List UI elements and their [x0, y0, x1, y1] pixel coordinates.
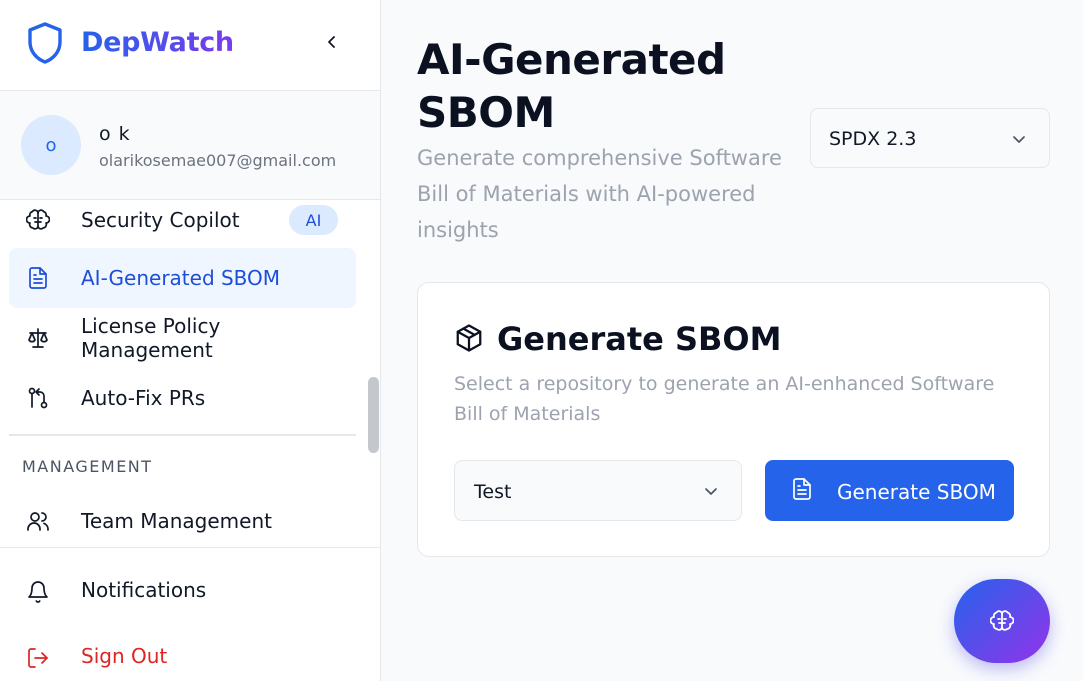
- section-label-management: MANAGEMENT: [22, 457, 153, 476]
- avatar: o: [21, 115, 81, 175]
- repository-select-value: Test: [474, 481, 512, 503]
- file-text-icon: [29, 267, 47, 289]
- sidebar-item-label: Security Copilot: [81, 208, 240, 232]
- brand-header: DepWatch: [0, 0, 380, 91]
- sidebar-item-team-management[interactable]: Team Management: [9, 491, 356, 547]
- page-title-line2: SBOM: [417, 88, 555, 137]
- ai-assistant-fab[interactable]: [954, 579, 1050, 663]
- user-name: o k: [99, 123, 131, 145]
- collapse-sidebar-button[interactable]: [318, 28, 346, 56]
- bell-icon: [28, 581, 48, 603]
- sidebar-item-label: Notifications: [81, 578, 207, 602]
- sign-out-button[interactable]: Sign Out: [9, 630, 356, 681]
- page-title: AI-Generated SBOM: [417, 33, 726, 139]
- user-profile: o o k olarikosemae007@gmail.com: [0, 91, 380, 200]
- sbom-format-value: SPDX 2.3: [829, 128, 917, 150]
- user-email: olarikosemae007@gmail.com: [99, 151, 337, 170]
- git-pull-request-icon: [28, 387, 48, 409]
- sbom-format-select[interactable]: SPDX 2.3: [810, 108, 1050, 168]
- chevron-down-icon: [1013, 136, 1025, 143]
- scale-icon: [28, 328, 48, 348]
- repository-select[interactable]: Test: [454, 460, 742, 521]
- sidebar-item-auto-fix-prs[interactable]: Auto-Fix PRs: [9, 368, 356, 428]
- sidebar: DepWatch o o k olarikosemae007@gmail.com…: [0, 0, 381, 681]
- page-subtitle: Generate comprehensive Software Bill of …: [417, 146, 782, 242]
- nav-divider: [9, 434, 356, 436]
- card-title: Generate SBOM: [497, 320, 782, 358]
- sidebar-item-security-copilot[interactable]: Security Copilot AI: [9, 200, 356, 250]
- card-description: Select a repository to generate an AI-en…: [454, 373, 995, 425]
- sidebar-item-label: Auto-Fix PRs: [81, 386, 206, 410]
- sidebar-item-label: Team Management: [81, 509, 272, 533]
- ai-badge: AI: [289, 205, 338, 235]
- generate-sbom-button-label: Generate SBOM: [837, 480, 996, 504]
- users-icon: [27, 512, 49, 531]
- brain-icon: [990, 610, 1014, 631]
- file-text-icon: [793, 478, 811, 500]
- sidebar-item-notifications[interactable]: Notifications: [9, 564, 356, 620]
- sidebar-item-label: AI-Generated SBOM: [81, 266, 281, 290]
- generate-sbom-card: Generate SBOM Select a repository to gen…: [417, 282, 1050, 557]
- shield-icon: [28, 22, 62, 64]
- package-icon: [456, 324, 482, 352]
- sidebar-item-label: Sign Out: [81, 644, 168, 668]
- generate-sbom-button[interactable]: Generate SBOM: [765, 460, 1014, 521]
- chevron-left-icon: [328, 36, 335, 48]
- brand-name: DepWatch: [81, 27, 234, 58]
- sidebar-nav: Security Copilot AI AI-Generated SBOM Li…: [0, 200, 380, 548]
- sidebar-scrollbar[interactable]: [368, 377, 379, 453]
- sidebar-item-ai-generated-sbom[interactable]: AI-Generated SBOM: [9, 248, 356, 308]
- log-out-icon: [28, 648, 48, 668]
- chevron-down-icon: [705, 488, 717, 495]
- sidebar-item-license-policy[interactable]: License Policy Management: [9, 308, 356, 368]
- page-title-line1: AI-Generated: [417, 35, 726, 84]
- sidebar-item-label: License Policy Management: [81, 314, 221, 362]
- brain-icon: [26, 209, 50, 230]
